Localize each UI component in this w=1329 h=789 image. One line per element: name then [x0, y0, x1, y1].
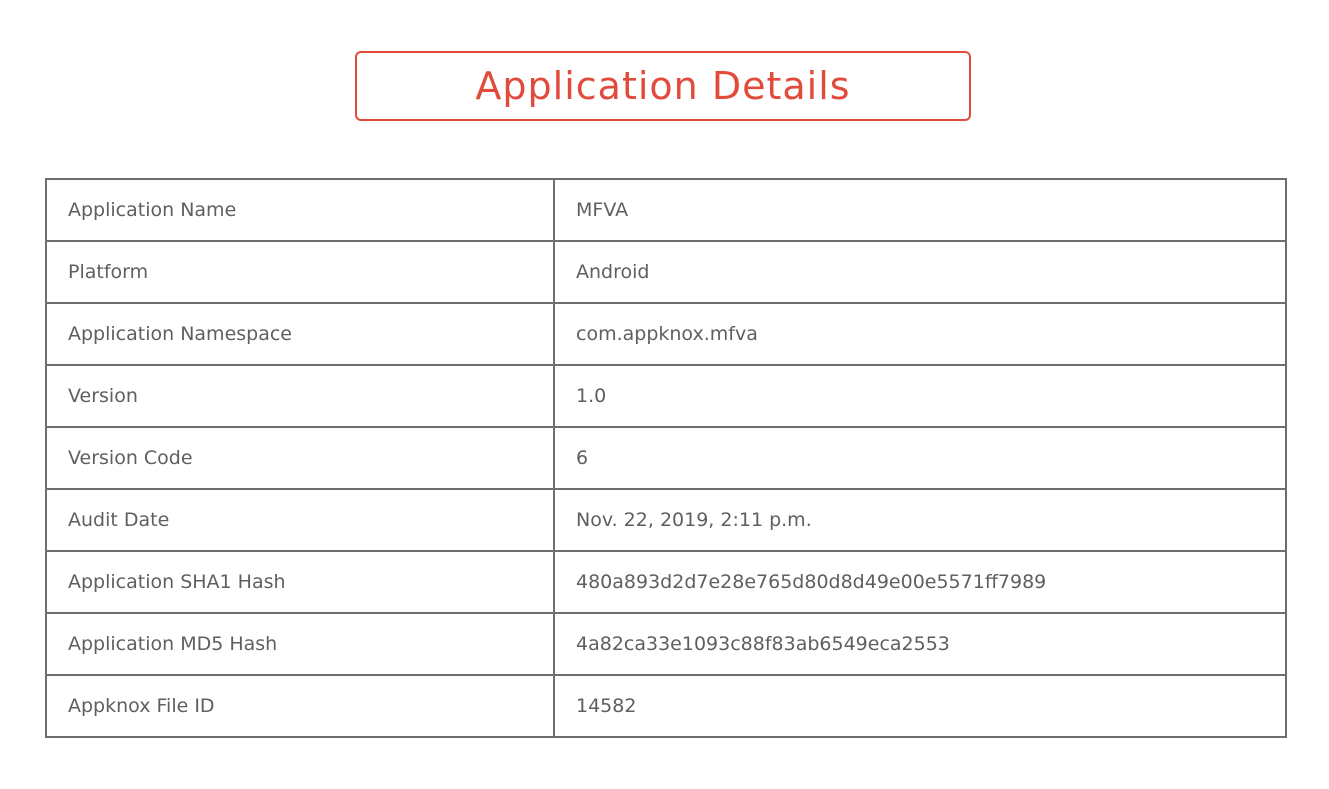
table-row-version: Version 1.0 — [45, 364, 1287, 428]
detail-value: 14582 — [553, 674, 1287, 738]
detail-value: Android — [553, 240, 1287, 304]
application-details-table: Application Name MFVA Platform Android A… — [45, 178, 1287, 738]
detail-value: 480a893d2d7e28e765d80d8d49e00e5571ff7989 — [553, 550, 1287, 614]
table-row-audit-date: Audit Date Nov. 22, 2019, 2:11 p.m. — [45, 488, 1287, 552]
table-row-md5-hash: Application MD5 Hash 4a82ca33e1093c88f83… — [45, 612, 1287, 676]
detail-label: Application Namespace — [45, 302, 555, 366]
detail-label: Version — [45, 364, 555, 428]
table-row-platform: Platform Android — [45, 240, 1287, 304]
table-row-version-code: Version Code 6 — [45, 426, 1287, 490]
page-title-box: Application Details — [355, 51, 971, 121]
detail-value: 6 — [553, 426, 1287, 490]
detail-label: Version Code — [45, 426, 555, 490]
table-row-application-namespace: Application Namespace com.appknox.mfva — [45, 302, 1287, 366]
table-row-application-name: Application Name MFVA — [45, 178, 1287, 242]
detail-label: Audit Date — [45, 488, 555, 552]
detail-label: Application Name — [45, 178, 555, 242]
detail-label: Appknox File ID — [45, 674, 555, 738]
detail-label: Platform — [45, 240, 555, 304]
page-title: Application Details — [475, 64, 851, 108]
table-row-sha1-hash: Application SHA1 Hash 480a893d2d7e28e765… — [45, 550, 1287, 614]
detail-label: Application MD5 Hash — [45, 612, 555, 676]
detail-label: Application SHA1 Hash — [45, 550, 555, 614]
detail-value: 1.0 — [553, 364, 1287, 428]
detail-value: com.appknox.mfva — [553, 302, 1287, 366]
detail-value: Nov. 22, 2019, 2:11 p.m. — [553, 488, 1287, 552]
detail-value: MFVA — [553, 178, 1287, 242]
detail-value: 4a82ca33e1093c88f83ab6549eca2553 — [553, 612, 1287, 676]
table-row-file-id: Appknox File ID 14582 — [45, 674, 1287, 738]
